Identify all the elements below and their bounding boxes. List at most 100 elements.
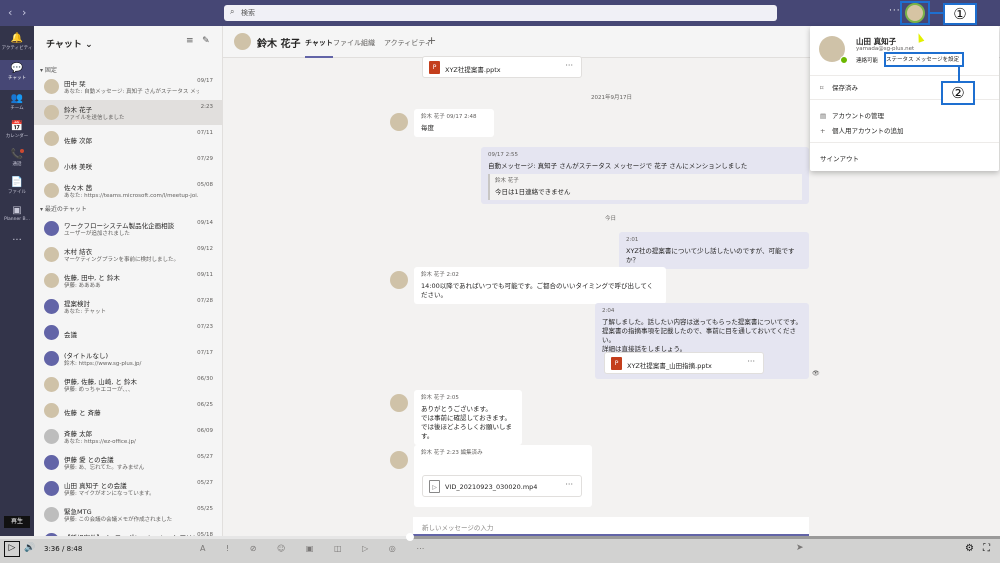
- chat-list-item[interactable]: 田中 栞あなた: 自動メッセージ: 真知子 さんがステータス メッセージ...0…: [34, 74, 222, 99]
- search-placeholder: 検索: [241, 9, 255, 17]
- chat-list-item[interactable]: 提案検討 あなた: チャット 07/28: [34, 294, 222, 319]
- chat-avatar: [44, 247, 59, 262]
- message-line-2: 提案書の指摘事項を記載したので、事前に目を通しておいてください。: [602, 327, 796, 344]
- section-pinned[interactable]: ▾ 固定: [40, 65, 57, 74]
- chat-avatar: [44, 79, 59, 94]
- saved-item[interactable]: ⌑ 保存済み: [820, 82, 858, 92]
- chat-list-item[interactable]: 山田 真知子 との会議 伊藤: マイクがオンになっています。 05/27: [34, 476, 222, 501]
- chat-list-title-text: チャット: [46, 40, 82, 50]
- rail-planner[interactable]: ▣ Planner B...: [0, 202, 34, 232]
- chat-avatar: [44, 273, 59, 288]
- file-card[interactable]: ▷ VID_20210923_030020.mp4 ···: [422, 475, 582, 497]
- message-line-2: では事前に確認しておきます。: [421, 414, 511, 422]
- new-chat-icon[interactable]: ✎: [202, 36, 210, 46]
- chat-list-item[interactable]: 伊藤, 佐藤, 山崎, と 鈴木 伊藤: めっちゃエコーが、、、 06/30: [34, 372, 222, 397]
- chat-list-item[interactable]: 会議 07/23: [34, 320, 222, 345]
- callout-box-2: [884, 52, 964, 67]
- chat-avatar: [44, 157, 59, 172]
- tab-files[interactable]: ファイル: [333, 38, 361, 48]
- fullscreen-icon[interactable]: ⛶: [983, 543, 990, 554]
- file-more-icon[interactable]: ···: [565, 480, 573, 489]
- rail-activity[interactable]: 🔔 アクティビティ: [0, 30, 34, 60]
- presence-status[interactable]: 連絡可能: [856, 56, 878, 64]
- rail-teams[interactable]: 👥 チーム: [0, 90, 34, 120]
- settings-gear-icon[interactable]: ⚙: [965, 543, 974, 554]
- tab-activity[interactable]: アクティビティ: [384, 38, 432, 48]
- manage-account-item[interactable]: ▤ アカウントの管理: [820, 110, 884, 120]
- file-card[interactable]: P XYZ社提案書.pptx ···: [422, 56, 582, 78]
- message-text: 自動メッセージ: 真知子 さんがステータス メッセージで 花子 さんにメンション…: [488, 162, 748, 170]
- rail-files[interactable]: 📄 ファイル: [0, 174, 34, 204]
- volume-icon[interactable]: 🔊: [24, 543, 35, 553]
- chat-preview: あなた: チャット: [64, 309, 107, 315]
- chat-list-item[interactable]: 佐藤 次郎 07/11: [34, 126, 222, 151]
- chat-list-item[interactable]: 斉藤 太郎 あなた: https://ez-office.jp/06/09: [34, 424, 222, 449]
- rail-label-calls: 通話: [12, 162, 22, 167]
- message-line-1: 了解しました。話したい内容は送ってもらった提案書についてです。: [602, 318, 803, 326]
- chat-list-title[interactable]: チャット ⌄: [46, 37, 93, 50]
- file-name: VID_20210923_030020.mp4: [445, 483, 538, 491]
- rail-label-planner: Planner B...: [4, 217, 30, 222]
- sender-avatar[interactable]: [390, 271, 408, 289]
- chat-preview: 鈴木: https://www.sg-plus.jp/: [64, 361, 142, 367]
- chat-list-item[interactable]: 伊藤 愛 との会議 伊藤: あ、忘れてた。すみません 05/27: [34, 450, 222, 475]
- tab-org[interactable]: 組織: [361, 38, 375, 48]
- add-personal-account-item[interactable]: + 個人用アカウントの追加: [820, 125, 904, 135]
- add-tab-icon[interactable]: +: [427, 34, 436, 47]
- compose-placeholder: 新しいメッセージの入力: [422, 524, 494, 532]
- rail-calendar[interactable]: 📅 カレンダー: [0, 118, 34, 148]
- video-control-bar: [0, 536, 1000, 563]
- chat-preview: あなた: https://teams.microsoft.com/l/meetu…: [64, 193, 199, 199]
- chat-list-item[interactable]: (タイトルなし) 鈴木: https://www.sg-plus.jp/07/17: [34, 346, 222, 371]
- sign-out-item[interactable]: サインアウト: [820, 153, 859, 163]
- quote-author: 鈴木 花子: [495, 178, 519, 184]
- chat-list-item[interactable]: 小林 美咲 07/29: [34, 152, 222, 177]
- chat-list-item[interactable]: 木村 結衣 マーケティングプランを事前に検討しました。 09/12: [34, 242, 222, 267]
- filter-icon[interactable]: ≡: [186, 36, 194, 46]
- message-bubble: 鈴木 花子 09/17 2:48 毎度: [414, 109, 494, 137]
- message-compose-box[interactable]: 新しいメッセージの入力: [413, 517, 809, 536]
- callout-box-1: [900, 1, 930, 25]
- sender-avatar[interactable]: [390, 394, 408, 412]
- sender-avatar[interactable]: [390, 451, 408, 469]
- callout-line-2: [958, 67, 960, 81]
- bell-icon: 🔔: [10, 33, 24, 44]
- rail-calls[interactable]: 📞 通話: [0, 146, 34, 176]
- section-recent[interactable]: ▾ 最近のチャット: [40, 204, 87, 213]
- tab-chat[interactable]: チャット: [305, 38, 333, 58]
- sender-avatar[interactable]: [390, 113, 408, 131]
- chat-list-item[interactable]: 鈴木 花子 ファイルを送信しました 2:23: [34, 100, 222, 125]
- video-total-time: 8:48: [66, 545, 83, 553]
- file-more-icon[interactable]: ···: [747, 357, 755, 366]
- chat-icon: 💬: [10, 63, 24, 74]
- chat-list-item[interactable]: 緊急MTG 伊藤: この会議の会議メモが作成されました 05/25: [34, 502, 222, 527]
- rail-chat[interactable]: 💬 チャット: [0, 60, 34, 90]
- play-icon[interactable]: ▷: [4, 541, 20, 557]
- chat-preview: ファイルを送信しました: [64, 115, 125, 121]
- chat-date: 2:23: [200, 104, 213, 110]
- more-options-icon[interactable]: ···: [889, 6, 901, 16]
- file-card[interactable]: P XYZ社提案書_山田指摘.pptx ···: [604, 352, 764, 374]
- message-meta: 鈴木 花子 2:02: [421, 272, 459, 278]
- search-box[interactable]: ⌕ 検索: [224, 5, 777, 21]
- more-apps-icon: ···: [12, 235, 22, 246]
- chat-avatar: [44, 351, 59, 366]
- chat-list-item[interactable]: ワークフローシステム製品化企画相談 ユーザーが追加されました 09/14: [34, 216, 222, 241]
- chat-list-item[interactable]: 佐々木 茜あなた: https://teams.microsoft.com/l/…: [34, 178, 222, 203]
- chat-list-item[interactable]: 佐藤, 田中, と 鈴木 伊藤: ああああ 09/11: [34, 268, 222, 293]
- rail-more-apps[interactable]: ···: [0, 232, 34, 262]
- chat-avatar: [44, 455, 59, 470]
- chat-list-actions: ≡ ✎: [186, 36, 210, 46]
- powerpoint-icon: P: [611, 357, 622, 370]
- video-progress-knob[interactable]: [406, 533, 414, 541]
- app-rail: 🔔 アクティビティ 💬 チャット 👥 チーム 📅 カレンダー 📞 通話 📄 ファ…: [0, 26, 34, 536]
- contact-avatar[interactable]: [234, 33, 251, 50]
- chat-avatar: [44, 131, 59, 146]
- chat-list-item[interactable]: 佐藤 と 斉藤 06/25: [34, 398, 222, 423]
- back-arrow-icon[interactable]: ‹: [8, 6, 12, 19]
- video-progress-fill: [0, 536, 410, 539]
- chat-list-item[interactable]: 【新規案件】abcコーポレーション：ヒアリン...伊藤: https://tea…: [34, 528, 222, 536]
- add-personal-account-label: 個人用アカウントの追加: [832, 127, 904, 135]
- forward-arrow-icon[interactable]: ›: [22, 6, 26, 19]
- file-more-icon[interactable]: ···: [565, 61, 573, 70]
